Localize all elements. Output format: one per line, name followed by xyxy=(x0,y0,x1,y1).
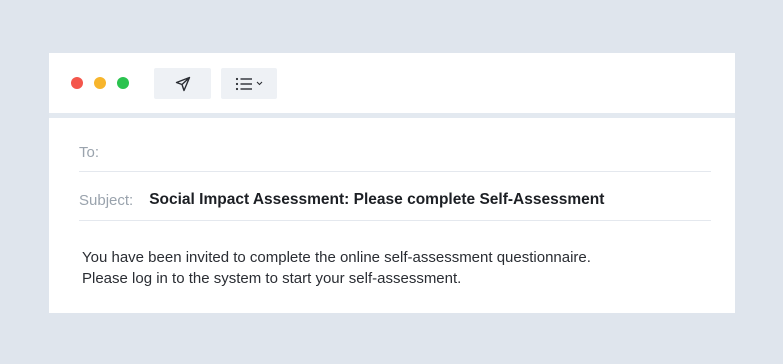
email-body[interactable]: You have been invited to complete the on… xyxy=(82,247,722,289)
toolbar xyxy=(49,53,735,113)
send-button[interactable] xyxy=(154,68,211,99)
body-line: Please log in to the system to start you… xyxy=(82,270,462,287)
body-line: You have been invited to complete the on… xyxy=(82,249,591,266)
subject-label: Subject: xyxy=(79,191,134,209)
subject-field[interactable]: Subject: Social Impact Assessment: Pleas… xyxy=(79,180,711,221)
send-icon xyxy=(175,76,190,91)
format-list-button[interactable] xyxy=(221,68,277,99)
list-icon xyxy=(235,77,252,90)
email-compose-window: To: Subject: Social Impact Assessment: P… xyxy=(49,53,735,313)
close-window-button[interactable] xyxy=(71,77,83,89)
chevron-down-icon xyxy=(256,81,263,86)
toolbar-divider xyxy=(49,113,735,118)
subject-value[interactable]: Social Impact Assessment: Please complet… xyxy=(149,191,604,209)
to-label: To: xyxy=(79,143,100,161)
minimize-window-button[interactable] xyxy=(94,77,106,89)
to-field[interactable]: To: xyxy=(79,133,711,172)
maximize-window-button[interactable] xyxy=(117,77,129,89)
